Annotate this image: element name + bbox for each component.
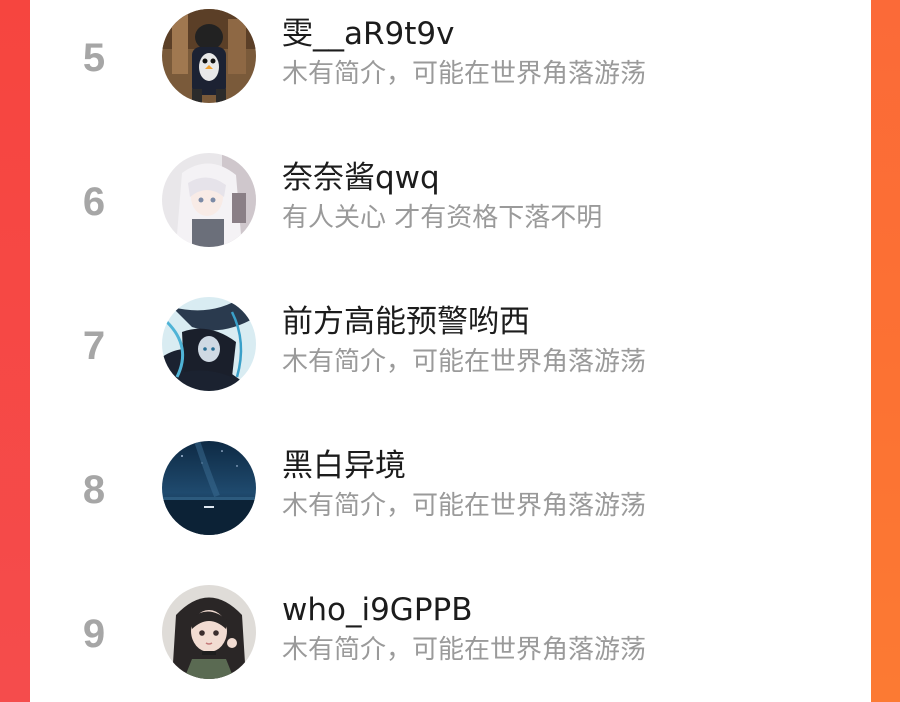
rank-number: 5 (82, 36, 106, 80)
frame-left-edge (0, 0, 30, 702)
ranking-row[interactable]: 9 who_i9GPPB 木有简介，可能在世界角落游荡 (30, 576, 871, 702)
user-name[interactable]: who_i9GPPB (282, 592, 472, 628)
ranking-row[interactable]: 6 奈奈酱qwq 有人关心 才有资格下落不明 (30, 144, 871, 288)
user-bio: 有人关心 才有资格下落不明 (282, 203, 603, 233)
frame-right-edge (871, 0, 900, 702)
user-bio: 木有简介，可能在世界角落游荡 (282, 491, 647, 521)
user-avatar-white-hair[interactable] (162, 153, 256, 247)
user-name[interactable]: 雯__aR9t9v (282, 16, 454, 52)
ranking-list-panel: 5 雯__aR9t9v 木有简介，可能在世界角落游荡 6 奈奈酱qwq 有人关心… (30, 0, 871, 702)
ranking-row[interactable]: 7 前方高能预警哟西 木有简介，可能在世界角落游荡 (30, 288, 871, 432)
avatar-image (162, 441, 256, 535)
avatar-image (162, 585, 256, 679)
rank-number: 7 (82, 324, 106, 368)
rank-number: 6 (82, 180, 106, 224)
avatar-image (162, 297, 256, 391)
user-avatar-anime-girl[interactable] (162, 585, 256, 679)
rank-number: 8 (82, 468, 106, 512)
user-bio: 木有简介，可能在世界角落游荡 (282, 59, 647, 89)
user-name[interactable]: 黑白异境 (282, 448, 406, 484)
avatar-image (162, 9, 256, 103)
user-avatar-night-ocean[interactable] (162, 441, 256, 535)
user-avatar-dark-anime[interactable] (162, 297, 256, 391)
ranking-row[interactable]: 8 黑白异境 木有简介，可能在世界角落游荡 (30, 432, 871, 576)
rank-number: 9 (82, 612, 106, 656)
avatar-image (162, 153, 256, 247)
user-bio: 木有简介，可能在世界角落游荡 (282, 635, 647, 665)
user-name[interactable]: 奈奈酱qwq (282, 160, 440, 196)
ranking-row[interactable]: 5 雯__aR9t9v 木有简介，可能在世界角落游荡 (30, 0, 871, 144)
user-name[interactable]: 前方高能预警哟西 (282, 304, 530, 340)
user-bio: 木有简介，可能在世界角落游荡 (282, 347, 647, 377)
user-avatar-penguin[interactable] (162, 9, 256, 103)
